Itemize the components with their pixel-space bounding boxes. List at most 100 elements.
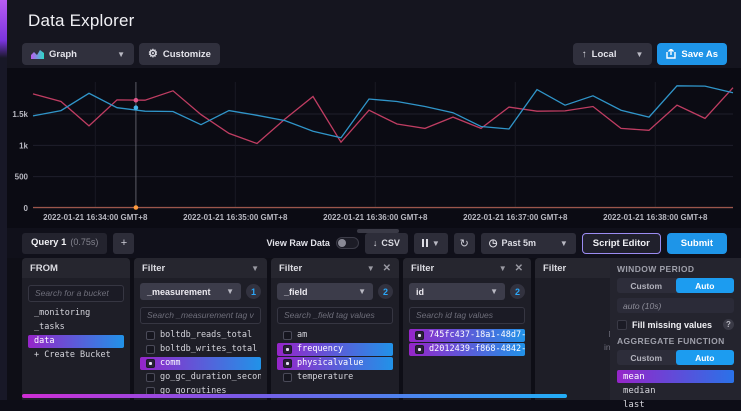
tag-value-item[interactable]: boltdb_reads_total xyxy=(140,329,261,342)
checkbox[interactable] xyxy=(146,373,155,382)
chevron-down-icon: ▼ xyxy=(358,287,366,296)
toggle-knob xyxy=(338,239,346,247)
filter-column: Filter▼_measurement▼1boltdb_reads_totalb… xyxy=(134,258,267,400)
add-query-button[interactable]: + xyxy=(113,233,134,254)
bucket-item[interactable]: + Create Bucket xyxy=(28,349,124,362)
view-raw-data-toggle[interactable] xyxy=(336,237,359,249)
aggregate-custom-button[interactable]: Custom xyxy=(617,350,676,365)
checkbox[interactable] xyxy=(146,359,155,368)
horizontal-scrollbar[interactable] xyxy=(22,394,567,398)
aggregate-auto-button[interactable]: Auto xyxy=(676,350,735,365)
checkbox[interactable] xyxy=(283,331,292,340)
tag-value-item[interactable]: d2012439-f868-4842-bfef-8… xyxy=(409,343,525,356)
bucket-item[interactable]: _monitoring xyxy=(28,307,124,320)
tag-value-label: frequency xyxy=(297,344,343,354)
plus-icon: + xyxy=(121,237,127,249)
checkbox[interactable] xyxy=(415,345,424,354)
submit-button[interactable]: Submit xyxy=(667,233,727,254)
close-icon[interactable]: ✕ xyxy=(515,263,523,274)
tag-value-item[interactable]: physicalvalue xyxy=(277,357,393,370)
tag-value-label: physicalvalue xyxy=(297,358,364,368)
tag-value-item[interactable]: frequency xyxy=(277,343,393,356)
tag-value-search-input[interactable] xyxy=(277,307,393,324)
tag-value-item[interactable]: boltdb_writes_total xyxy=(140,343,261,356)
selected-count-badge: 2 xyxy=(378,284,393,299)
query-tab[interactable]: Query 1 (0.75s) xyxy=(22,233,107,254)
aggregate-function-item[interactable]: mean xyxy=(617,370,734,383)
tag-key-label: id xyxy=(416,287,424,297)
panel-resize-handle[interactable] xyxy=(357,229,399,233)
from-column-header: FROM xyxy=(22,258,130,278)
tag-value-item[interactable]: comm xyxy=(140,357,261,370)
from-column: FROM _monitoring_tasksdata+ Create Bucke… xyxy=(22,258,130,400)
aggregate-function-title: AGGREGATE FUNCTION xyxy=(617,336,734,346)
script-editor-button[interactable]: Script Editor xyxy=(582,233,661,254)
svg-text:2022-01-21 16:36:00 GMT+8: 2022-01-21 16:36:00 GMT+8 xyxy=(323,213,428,222)
page-header: Data Explorer xyxy=(7,0,741,40)
local-dropdown[interactable]: ↑ Local ▼ xyxy=(573,43,653,65)
window-auto-button[interactable]: Auto xyxy=(676,278,735,293)
svg-text:2022-01-21 16:34:00 GMT+8: 2022-01-21 16:34:00 GMT+8 xyxy=(43,213,148,222)
query-options-panel: WINDOW PERIOD Custom Auto auto (10s) Fil… xyxy=(610,258,741,400)
tag-value-label: am xyxy=(297,330,307,340)
bucket-item[interactable]: _tasks xyxy=(28,321,124,334)
refresh-button[interactable]: ↻ xyxy=(454,233,475,254)
tag-value-label: 745fc437-18a1-48d7-98a6-7… xyxy=(429,330,525,340)
csv-download-button[interactable]: ↓ CSV xyxy=(365,233,408,254)
tag-value-item[interactable]: am xyxy=(277,329,393,342)
pause-button[interactable]: ▼ xyxy=(414,233,448,254)
view-raw-data-label: View Raw Data xyxy=(266,238,329,248)
tag-value-item[interactable]: go_gc_duration_seconds xyxy=(140,371,261,384)
time-range-dropdown[interactable]: ◷ Past 5m ▼ xyxy=(481,233,576,254)
svg-text:500: 500 xyxy=(15,173,29,182)
tag-key-dropdown[interactable]: id▼ xyxy=(409,283,505,300)
checkbox[interactable] xyxy=(415,331,424,340)
checkbox[interactable] xyxy=(146,331,155,340)
fill-missing-values-checkbox[interactable] xyxy=(617,320,627,330)
chevron-down-icon[interactable]: ▼ xyxy=(251,264,259,273)
chevron-down-icon[interactable]: ▼ xyxy=(367,264,375,273)
save-as-button[interactable]: Save As xyxy=(657,43,727,65)
time-series-chart[interactable]: 05001k1.5k2022-01-21 16:34:00 GMT+82022-… xyxy=(7,68,741,228)
tag-value-label: temperature xyxy=(297,372,353,382)
tag-key-dropdown[interactable]: _field▼ xyxy=(277,283,373,300)
bucket-search-input[interactable] xyxy=(28,285,124,302)
filter-title: Filter xyxy=(279,263,302,274)
nav-rail[interactable] xyxy=(0,0,7,400)
tag-value-item[interactable]: temperature xyxy=(277,371,393,384)
checkbox[interactable] xyxy=(283,345,292,354)
graph-type-dropdown[interactable]: Graph ▼ xyxy=(22,43,134,65)
chevron-down-icon[interactable]: ▼ xyxy=(499,264,507,273)
checkbox[interactable] xyxy=(283,373,292,382)
chevron-down-icon: ▼ xyxy=(117,50,125,59)
checkbox[interactable] xyxy=(146,345,155,354)
up-arrow-icon: ↑ xyxy=(582,49,587,60)
tag-key-dropdown[interactable]: _measurement▼ xyxy=(140,283,241,300)
checkbox[interactable] xyxy=(283,359,292,368)
tag-value-label: comm xyxy=(160,358,180,368)
chevron-down-icon: ▼ xyxy=(635,50,643,59)
clock-icon: ◷ xyxy=(489,238,498,249)
visualization-toolbar: Graph ▼ ⚙ Customize ↑ Local ▼ Save As xyxy=(7,40,741,68)
filter-title: Filter xyxy=(142,263,165,274)
tag-key-label: _measurement xyxy=(147,287,211,297)
tag-value-label: boltdb_reads_total xyxy=(160,330,252,340)
help-icon[interactable]: ? xyxy=(723,319,734,330)
tag-value-search-input[interactable] xyxy=(140,307,261,324)
aggregate-function-list: meanmedianlast xyxy=(617,370,734,411)
page-title: Data Explorer xyxy=(28,11,741,31)
window-custom-button[interactable]: Custom xyxy=(617,278,676,293)
window-period-mode-toggle: Custom Auto xyxy=(617,278,734,293)
aggregate-function-item[interactable]: median xyxy=(617,384,734,397)
filter-column: Filter ▼ ✕ _field▼ 2 am frequency physicalvalue… xyxy=(271,258,399,400)
tag-value-item[interactable]: 745fc437-18a1-48d7-98a6-7… xyxy=(409,329,525,342)
customize-button[interactable]: ⚙ Customize xyxy=(139,43,220,65)
chevron-down-icon: ▼ xyxy=(560,239,568,248)
tag-value-search-input[interactable] xyxy=(409,307,525,324)
bucket-item[interactable]: data xyxy=(28,335,124,348)
filter-column: Filter▼✕id▼2745fc437-18a1-48d7-98a6-7…d2… xyxy=(403,258,531,400)
fill-missing-values-row: Fill missing values ? xyxy=(617,319,734,330)
window-period-value: auto (10s) xyxy=(617,298,734,313)
close-icon[interactable]: ✕ xyxy=(383,263,391,274)
query-tab-label: Query 1 xyxy=(31,237,66,248)
